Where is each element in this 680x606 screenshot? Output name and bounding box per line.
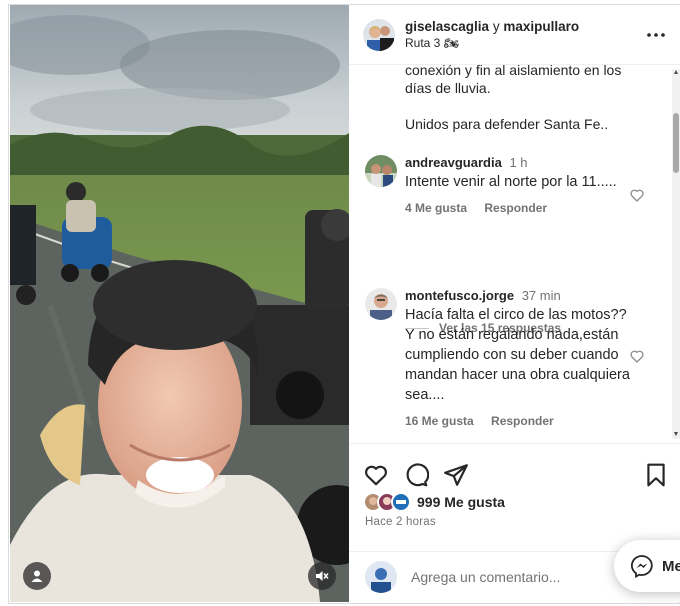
comment-meta: 16 Me gusta Responder bbox=[405, 414, 631, 428]
reply-button[interactable]: Responder bbox=[484, 201, 547, 215]
comment-time[interactable]: 1 h bbox=[509, 155, 527, 170]
caption-line: conexión y fin al aislamiento en los día… bbox=[405, 65, 622, 96]
post-authors: giselascaglia y maxipullaro bbox=[405, 18, 579, 35]
mute-icon[interactable] bbox=[308, 562, 336, 590]
caption-line: Unidos para defender Santa Fe.. bbox=[405, 116, 609, 132]
avatar bbox=[365, 561, 397, 593]
comment-input[interactable] bbox=[411, 569, 611, 585]
post-header: giselascaglia y maxipullaro Ruta 3 🏍 bbox=[349, 5, 680, 65]
comment-text: Hacía falta el circo de las motos??Y no … bbox=[405, 307, 630, 403]
more-options-icon[interactable] bbox=[646, 25, 666, 45]
comment-body: montefusco.jorge 37 min Hacía falta el c… bbox=[405, 288, 631, 428]
scroll-up-icon[interactable]: ▲ bbox=[672, 69, 680, 77]
caption-text: conexión y fin al aislamiento en los día… bbox=[405, 65, 645, 151]
avatar[interactable] bbox=[365, 288, 397, 320]
comments-list[interactable]: conexión y fin al aislamiento en los día… bbox=[349, 65, 680, 443]
messages-button[interactable]: Me bbox=[614, 540, 680, 592]
comment-likes[interactable]: 4 Me gusta bbox=[405, 201, 467, 215]
bookmark-icon[interactable] bbox=[643, 462, 669, 488]
scroll-down-icon[interactable]: ▼ bbox=[672, 431, 680, 439]
author-username[interactable]: giselascaglia bbox=[405, 19, 489, 34]
video-frame bbox=[10, 5, 349, 602]
post-location[interactable]: Ruta 3 🏍 bbox=[405, 35, 579, 52]
messages-label: Me bbox=[662, 557, 680, 575]
post-timestamp[interactable]: Hace 2 horas bbox=[365, 516, 436, 528]
comment-username[interactable]: montefusco.jorge bbox=[405, 288, 514, 303]
comment-text: Intente venir al norte por la 11..... bbox=[405, 174, 617, 190]
comment-username[interactable]: andreavguardia bbox=[405, 155, 502, 170]
post-video[interactable] bbox=[10, 5, 349, 602]
heart-icon[interactable] bbox=[629, 187, 645, 203]
coauthor-username[interactable]: maxipullaro bbox=[503, 19, 579, 34]
comment-header: montefusco.jorge 37 min bbox=[405, 288, 631, 303]
comment-header: andreavguardia 1 h bbox=[405, 155, 631, 170]
comment-icon[interactable] bbox=[403, 462, 429, 488]
tagged-user-icon[interactable] bbox=[23, 562, 51, 590]
authors-joiner: y bbox=[492, 18, 500, 34]
comments-scrollbar[interactable]: ▲ ▼ bbox=[672, 69, 680, 439]
share-icon[interactable] bbox=[443, 462, 469, 488]
avatar[interactable] bbox=[363, 18, 395, 51]
heart-icon[interactable] bbox=[363, 462, 389, 488]
post-actions: 999 Me gusta Hace 2 horas bbox=[349, 443, 680, 551]
heart-icon[interactable] bbox=[629, 348, 645, 364]
comment-meta: 4 Me gusta Responder bbox=[405, 201, 631, 215]
reply-button[interactable]: Responder bbox=[491, 414, 554, 428]
likes-row[interactable]: 999 Me gusta bbox=[363, 492, 505, 512]
avatar[interactable] bbox=[365, 155, 397, 187]
comment-time[interactable]: 37 min bbox=[522, 288, 561, 303]
comment-likes[interactable]: 16 Me gusta bbox=[405, 414, 474, 428]
comment-body: andreavguardia 1 h Intente venir al nort… bbox=[405, 155, 631, 215]
scrollbar-thumb[interactable] bbox=[673, 113, 679, 173]
likes-count[interactable]: 999 Me gusta bbox=[417, 494, 505, 510]
post-details: giselascaglia y maxipullaro Ruta 3 🏍 con… bbox=[349, 5, 680, 602]
messenger-icon bbox=[630, 555, 653, 578]
post-header-text: giselascaglia y maxipullaro Ruta 3 🏍 bbox=[405, 18, 579, 52]
liker-avatar bbox=[391, 492, 411, 512]
